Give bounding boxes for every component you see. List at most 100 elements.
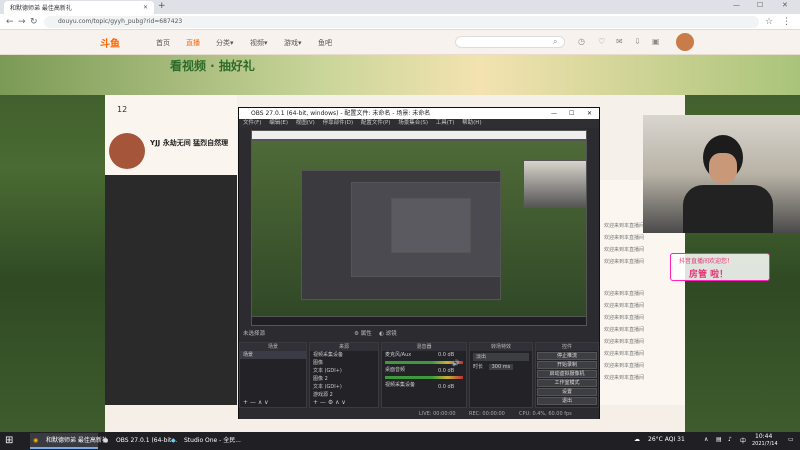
cpu-status: CPU: 0.4%, 60.00 fps bbox=[519, 411, 572, 417]
nested-webcam bbox=[523, 160, 587, 208]
taskbar-chrome[interactable]: ◉ 和默德师弟 最佳高新礼 bbox=[30, 433, 108, 449]
forward-icon[interactable]: → bbox=[18, 16, 26, 28]
speaker-icon[interactable]: 🔊 bbox=[452, 360, 459, 367]
streamer-avatar[interactable] bbox=[109, 133, 145, 169]
minimize-icon[interactable]: — bbox=[551, 108, 557, 119]
ime-indicator[interactable]: 中 bbox=[740, 436, 746, 445]
app-icon[interactable]: ▣ bbox=[652, 37, 660, 46]
volume-icon[interactable]: ♪ bbox=[728, 436, 732, 443]
event-banner[interactable]: 看视频 · 抽好礼 bbox=[0, 55, 800, 95]
chat-line: 欢迎来到本直播间 bbox=[604, 327, 645, 333]
studio-mode-button[interactable]: 工作室模式 bbox=[537, 379, 597, 387]
message-icon[interactable]: ✉ bbox=[616, 37, 623, 46]
star-icon[interactable]: ☆ bbox=[765, 16, 773, 28]
menu-view[interactable]: 视图(V) bbox=[296, 120, 315, 126]
taskbar-obs[interactable]: ● OBS 27.0.1 (64-bit... bbox=[100, 433, 177, 449]
virtual-camera-button[interactable]: 启动虚拟摄像机 bbox=[537, 370, 597, 378]
back-icon[interactable]: ← bbox=[6, 16, 14, 28]
maximize-icon[interactable]: ☐ bbox=[569, 108, 574, 119]
obs-statusbar: LIVE: 00:00:00 REC: 00:00:00 CPU: 0.4%, … bbox=[239, 409, 599, 419]
transitions-title: 转场特效 bbox=[470, 343, 532, 351]
menu-edit[interactable]: 编辑(E) bbox=[269, 120, 288, 126]
properties-button[interactable]: ⚙ 属性 bbox=[354, 329, 372, 339]
transition-select[interactable]: 淡出 bbox=[473, 353, 529, 361]
site-logo[interactable]: 斗鱼 bbox=[100, 35, 120, 50]
clock-time[interactable]: 10:44 bbox=[755, 433, 772, 440]
download-icon[interactable]: ⇩ bbox=[634, 37, 641, 46]
menu-docks[interactable]: 停靠部件(D) bbox=[323, 120, 354, 126]
obs-titlebar[interactable]: OBS 27.0.1 (64-bit, windows) - 配置文件: 未命名… bbox=[239, 108, 599, 119]
stop-streaming-button[interactable]: 停止推流 bbox=[537, 352, 597, 360]
menu-profile[interactable]: 配置文件(P) bbox=[361, 120, 391, 126]
close-window-icon[interactable]: ✕ bbox=[782, 1, 788, 9]
avatar[interactable] bbox=[676, 33, 694, 51]
caption-main: 房管 啦！ bbox=[689, 270, 729, 280]
source-item[interactable]: 图像 bbox=[310, 359, 378, 367]
obs-icon: ● bbox=[103, 437, 109, 444]
scenes-title: 场景 bbox=[240, 343, 306, 351]
video-player[interactable] bbox=[105, 175, 237, 405]
caption-top: 抖音直播间欢迎您！ bbox=[679, 258, 734, 265]
source-add-icon[interactable]: + — ⚙ ∧ ∨ bbox=[313, 399, 346, 406]
source-item[interactable]: 游戏源 2 bbox=[310, 391, 378, 399]
source-item[interactable]: 视频采集设备 bbox=[310, 351, 378, 359]
close-icon[interactable]: ✕ bbox=[587, 108, 592, 119]
new-tab-icon[interactable]: + bbox=[158, 1, 166, 11]
browser-tab[interactable]: 和默德师弟 最佳高新礼 ✕ bbox=[4, 1, 154, 14]
nested-taskbar bbox=[251, 316, 587, 326]
chat-line: 欢迎来到本直播间 bbox=[604, 247, 645, 253]
minimize-icon[interactable]: — bbox=[733, 1, 740, 9]
menu-help[interactable]: 帮助(H) bbox=[462, 120, 481, 126]
nav-video[interactable]: 视频▾ bbox=[250, 38, 268, 48]
duration-input[interactable]: 300 ms bbox=[488, 364, 514, 370]
live-status: LIVE: 00:00:00 bbox=[419, 411, 456, 417]
source-status: 未选择源 bbox=[243, 331, 266, 337]
source-item[interactable]: 文本 (GDI+) bbox=[310, 383, 378, 391]
history-icon[interactable]: ◷ bbox=[578, 37, 585, 46]
filters-button[interactable]: ◐ 滤镜 bbox=[379, 329, 397, 339]
address-bar[interactable]: douyu.com/topic/gyyh_pubg?rid=687423 bbox=[44, 16, 759, 28]
windows-start-icon[interactable]: ⊞ bbox=[5, 435, 13, 446]
search-input[interactable] bbox=[455, 36, 565, 48]
menu-file[interactable]: 文件(F) bbox=[243, 120, 261, 126]
menu-icon[interactable]: ⋮ bbox=[782, 16, 791, 28]
nested-obs-3 bbox=[391, 198, 471, 253]
follow-icon[interactable]: ♡ bbox=[598, 37, 605, 46]
obs-preview[interactable] bbox=[251, 130, 587, 326]
weather-icon[interactable]: ☁ bbox=[634, 436, 640, 443]
menu-tools[interactable]: 工具(T) bbox=[436, 120, 455, 126]
reload-icon[interactable]: ↻ bbox=[30, 16, 38, 28]
scene-add-icon[interactable]: + — ∧ ∨ bbox=[243, 399, 269, 406]
scene-item[interactable]: 场景 bbox=[240, 351, 306, 359]
controls-dock: 控件 停止推流 开始录制 启动虚拟摄像机 工作室模式 设置 退出 bbox=[535, 342, 599, 408]
source-item[interactable]: 文本 (GDI+) bbox=[310, 367, 378, 375]
notification-icon[interactable]: ▭ bbox=[788, 436, 794, 443]
network-icon[interactable]: ▤ bbox=[716, 436, 722, 443]
clock-date[interactable]: 2021/7/14 bbox=[752, 441, 778, 447]
nested-browser-bar bbox=[251, 130, 587, 140]
nav-game[interactable]: 游戏▾ bbox=[284, 38, 302, 48]
sources-dock: 来源 视频采集设备 图像 文本 (GDI+) 图像 2 文本 (GDI+) 游戏… bbox=[309, 342, 379, 408]
maximize-icon[interactable]: ☐ bbox=[757, 1, 763, 9]
search-icon[interactable]: ⌕ bbox=[553, 37, 557, 47]
taskbar-studio-one[interactable]: ◆ Studio One - 全民... bbox=[168, 433, 241, 449]
sources-title: 来源 bbox=[310, 343, 378, 351]
start-recording-button[interactable]: 开始录制 bbox=[537, 361, 597, 369]
obs-source-toolbar: 未选择源 ⚙ 属性 ◐ 滤镜 bbox=[239, 329, 599, 339]
person-face bbox=[709, 153, 737, 183]
nav-home[interactable]: 首页 bbox=[156, 38, 170, 48]
exit-button[interactable]: 退出 bbox=[537, 397, 597, 405]
settings-button[interactable]: 设置 bbox=[537, 388, 597, 396]
weather-text[interactable]: 26°C AQI 31 bbox=[648, 436, 685, 443]
tray-arrow-icon[interactable]: ∧ bbox=[704, 436, 708, 443]
person-body bbox=[683, 185, 773, 233]
nav-live[interactable]: 直播 bbox=[186, 38, 200, 48]
menu-scene-collection[interactable]: 场景集合(S) bbox=[398, 120, 428, 126]
nav-yuba[interactable]: 鱼吧 bbox=[318, 38, 332, 48]
chat-line: 欢迎来到本直播间 bbox=[604, 223, 645, 229]
source-item[interactable]: 图像 2 bbox=[310, 375, 378, 383]
close-icon[interactable]: ✕ bbox=[143, 4, 148, 11]
nav-category[interactable]: 分类▾ bbox=[216, 38, 234, 48]
mixer-title: 混音器 bbox=[382, 343, 466, 351]
chrome-icon: ◉ bbox=[33, 437, 39, 444]
